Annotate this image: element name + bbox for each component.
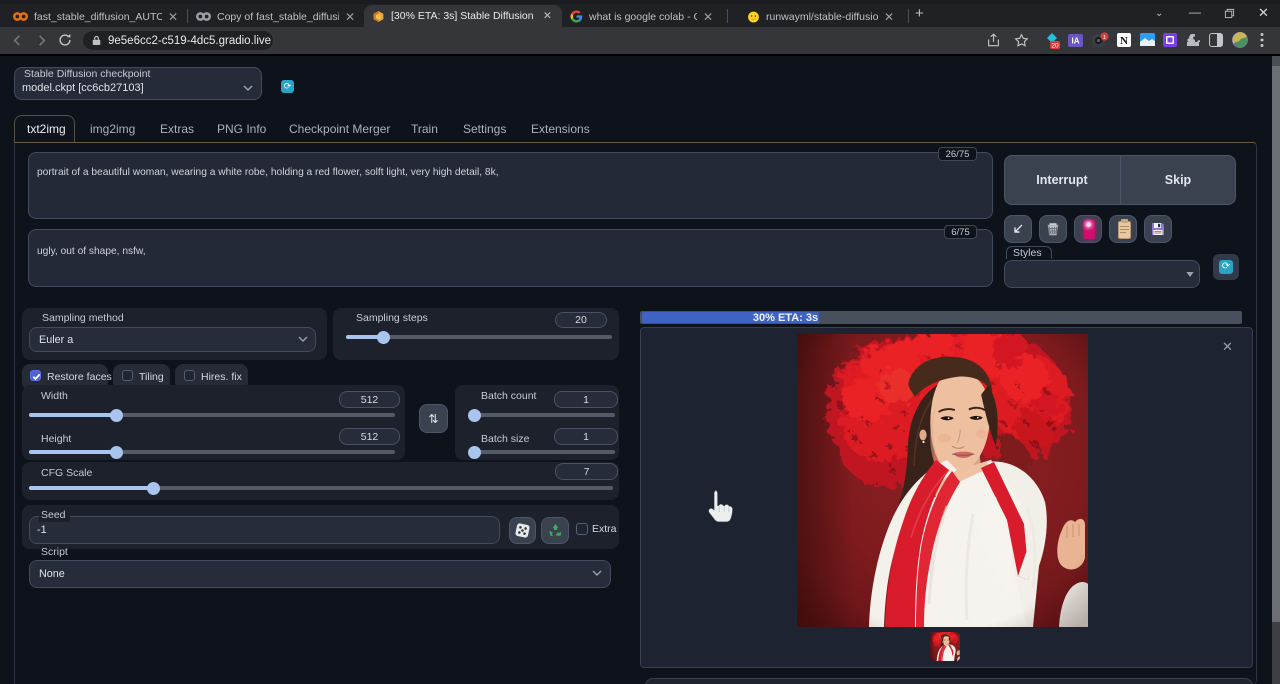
svg-text:20: 20 [1051,43,1059,50]
svg-text:IA: IA [1072,37,1080,46]
svg-text:1: 1 [1103,35,1106,41]
svg-text:N: N [1120,35,1128,47]
